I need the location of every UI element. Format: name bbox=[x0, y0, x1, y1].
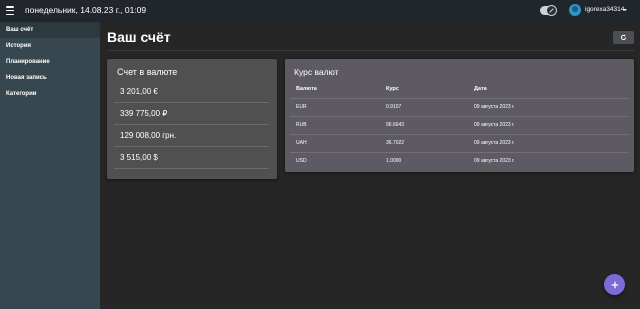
current-datetime: понедельник, 14.08.23 г., 01:09 bbox=[25, 5, 147, 15]
table-row: USD 1.0000 09 августа 2023 г. bbox=[290, 152, 629, 170]
column-header-date: Дата bbox=[468, 80, 629, 99]
sidebar-item-categories[interactable]: Категории bbox=[0, 86, 100, 102]
refresh-icon bbox=[620, 34, 627, 41]
bill-item-eur: 3 201,00 € bbox=[114, 81, 269, 103]
username[interactable]: igorexa34314 bbox=[585, 6, 624, 13]
dark-mode-icon bbox=[546, 5, 557, 16]
sidebar-item-history[interactable]: История bbox=[0, 38, 100, 54]
table-header-row: Валюта Курс Дата bbox=[290, 80, 629, 99]
bill-list: 3 201,00 € 339 775,00 ₽ 129 008,00 грн. … bbox=[114, 81, 269, 169]
bill-card-title: Счет в валюте bbox=[117, 67, 178, 77]
table-row: RUB 96.6643 09 августа 2023 г. bbox=[290, 116, 629, 135]
refresh-button[interactable] bbox=[613, 31, 634, 44]
column-header-rate: Курс bbox=[380, 80, 468, 99]
cell-rate: 0.9107 bbox=[380, 98, 468, 117]
cell-date: 09 августа 2023 г. bbox=[468, 116, 629, 135]
column-header-currency: Валюта bbox=[290, 80, 380, 99]
cell-rate: 96.6643 bbox=[380, 116, 468, 135]
bill-card: Счет в валюте 3 201,00 € 339 775,00 ₽ 12… bbox=[107, 59, 277, 179]
cell-rate: 1.0000 bbox=[386, 158, 402, 165]
chevron-down-icon[interactable] bbox=[623, 9, 627, 11]
cell-date: 09 августа 2023 г. bbox=[474, 158, 515, 165]
table-row: UAH 36.7022 09 августа 2023 г. bbox=[290, 134, 629, 153]
theme-toggle[interactable] bbox=[540, 5, 557, 16]
sidebar-item-planning[interactable]: Планирование bbox=[0, 54, 100, 70]
bill-item-usd: 3 515,00 $ bbox=[114, 147, 269, 169]
sidebar-item-account[interactable]: Ваш счёт bbox=[0, 22, 100, 38]
sidebar-item-new-record[interactable]: Новая запись bbox=[0, 70, 100, 86]
sidebar: Ваш счёт История Планирование Новая запи… bbox=[0, 22, 100, 309]
title-divider bbox=[107, 50, 634, 51]
top-bar: понедельник, 14.08.23 г., 01:09 igorexa3… bbox=[0, 0, 640, 22]
main-content: Ваш счёт Счет в валюте 3 201,00 € 339 77… bbox=[100, 22, 640, 309]
cell-rate: 36.7022 bbox=[380, 134, 468, 153]
cell-currency: RUB bbox=[290, 116, 380, 135]
bill-item-rub: 339 775,00 ₽ bbox=[114, 103, 269, 125]
cell-currency: USD bbox=[296, 158, 307, 165]
rates-table: Валюта Курс Дата EUR 0.9107 09 августа 2… bbox=[290, 80, 629, 170]
cell-date: 09 августа 2023 г. bbox=[468, 98, 629, 117]
add-record-button[interactable] bbox=[604, 274, 625, 295]
cell-currency: UAH bbox=[290, 134, 380, 153]
table-row: EUR 0.9107 09 августа 2023 г. bbox=[290, 98, 629, 117]
rates-card-title: Курс валют bbox=[294, 67, 339, 77]
avatar[interactable] bbox=[569, 4, 581, 16]
cell-currency: EUR bbox=[290, 98, 380, 117]
rates-card: Курс валют Валюта Курс Дата EUR 0.9107 0… bbox=[285, 59, 634, 172]
menu-icon[interactable] bbox=[6, 6, 14, 15]
page-title: Ваш счёт bbox=[107, 29, 171, 45]
bill-item-uah: 129 008,00 грн. bbox=[114, 125, 269, 147]
cell-date: 09 августа 2023 г. bbox=[468, 134, 629, 153]
plus-icon bbox=[611, 281, 618, 288]
